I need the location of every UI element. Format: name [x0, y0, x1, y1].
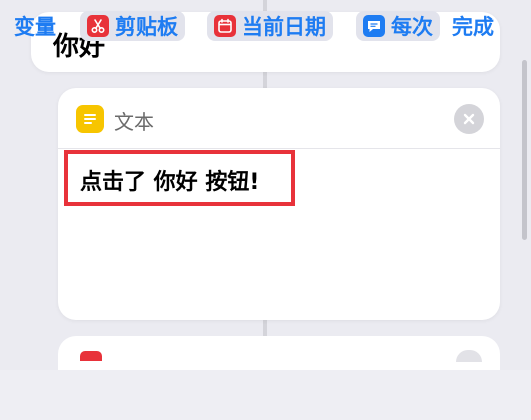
- clipboard-label: 剪贴板: [115, 15, 178, 39]
- close-icon: [463, 113, 475, 125]
- speech-bubble-icon: [363, 15, 385, 37]
- every-time-button[interactable]: 每次: [356, 11, 440, 41]
- variables-toolbar: [0, 370, 531, 420]
- toolbar-fade: [414, 370, 444, 420]
- flow-connector-bottom: [263, 320, 267, 336]
- current-date-label: 当前日期: [242, 15, 326, 39]
- calendar-icon: [214, 15, 236, 37]
- text-action-label: 文本: [114, 110, 154, 134]
- current-date-button[interactable]: 当前日期: [207, 11, 333, 41]
- flow-connector-middle: [263, 72, 267, 88]
- remove-action-button[interactable]: [454, 104, 484, 134]
- variables-button[interactable]: 变量: [14, 11, 56, 41]
- clipboard-button[interactable]: 剪贴板: [80, 11, 185, 41]
- done-label: 完成: [452, 15, 494, 39]
- scroll-indicator[interactable]: [522, 60, 527, 240]
- text-doc-icon: [76, 105, 104, 133]
- variables-label: 变量: [14, 15, 56, 39]
- next-action-close-button[interactable]: [456, 350, 482, 362]
- highlight-box: [64, 150, 295, 206]
- next-action-icon: [80, 351, 102, 361]
- done-button[interactable]: 完成: [452, 11, 494, 41]
- text-action-header: 文本: [58, 88, 500, 149]
- scissors-icon: [87, 15, 109, 37]
- every-time-label: 每次: [391, 15, 433, 39]
